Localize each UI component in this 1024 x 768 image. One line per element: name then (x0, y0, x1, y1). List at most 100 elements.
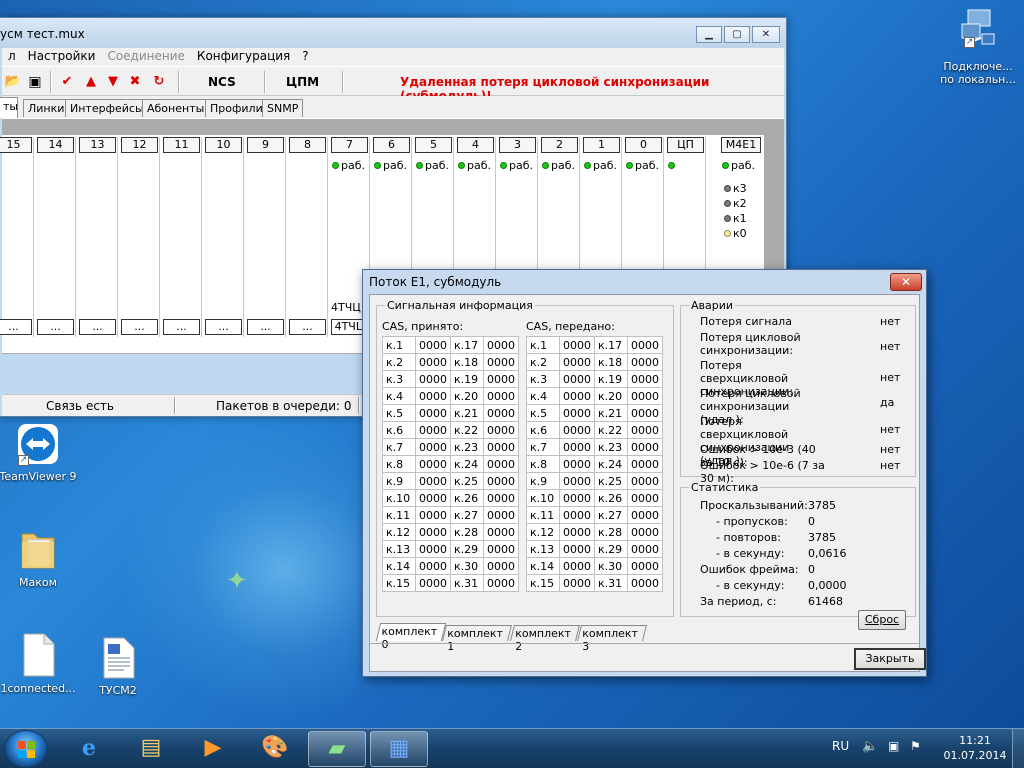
tab-interfaces[interactable]: Интерфейсы (65, 99, 149, 117)
cas-channel: к.5 (526, 404, 560, 422)
cas-channel: к.18 (450, 353, 484, 371)
paint-icon[interactable]: 🎨 (246, 731, 304, 767)
status-led-icon (722, 162, 729, 169)
cas-channel: к.24 (594, 455, 628, 473)
tab-kit-1[interactable]: комплект 1 (442, 625, 512, 653)
cas-channel: к.14 (526, 557, 560, 575)
alarm-label: Потеря цикловой синхронизации: (700, 331, 801, 357)
tab-links[interactable]: Линки (23, 99, 70, 117)
tab-snmp[interactable]: SNMP (262, 99, 304, 117)
clock[interactable]: 11:21 01.07.2014 (940, 733, 1010, 763)
slot-12[interactable]: 12... (120, 137, 160, 337)
cas-channel: к.25 (450, 472, 484, 490)
cas-value: 0000 (483, 387, 519, 405)
tab-kit-2[interactable]: комплект 2 (510, 625, 580, 653)
cas-value: 0000 (415, 438, 451, 456)
flag-icon[interactable]: ⚑ (910, 739, 921, 753)
stat-value: 0,0000 (808, 579, 847, 592)
explorer-icon[interactable]: ▤ (122, 731, 180, 767)
dialog-close-icon[interactable]: ✕ (890, 273, 922, 291)
cas-channel: к.21 (450, 404, 484, 422)
cas-value: 0000 (627, 370, 663, 388)
slot-15[interactable]: 15... (0, 137, 34, 337)
menu-configuration[interactable]: Конфигурация (191, 48, 296, 66)
cas-value: 0000 (559, 421, 595, 439)
desktop-icon-network-connection[interactable]: ↗ Подключе... по локальн... (936, 6, 1020, 86)
slot-9[interactable]: 9... (246, 137, 286, 337)
desktop-icon-makom[interactable]: Маком (0, 526, 80, 589)
network-tray-icon[interactable]: ▣ (888, 739, 899, 753)
media-player-icon[interactable]: ▶ (184, 731, 242, 767)
main-window-titlebar[interactable]: усм тест.mux ▁ ▢ ✕ (0, 18, 786, 48)
e1-stream-dialog: Поток E1, субмодуль ✕ Сигнальная информа… (362, 269, 927, 677)
cas-value: 0000 (483, 523, 519, 541)
tusm-config-icon[interactable]: ▦ (370, 731, 428, 767)
cas-value: 0000 (483, 540, 519, 558)
cas-value: 0000 (415, 387, 451, 405)
menu-settings[interactable]: Настройки (22, 48, 102, 66)
volume-icon[interactable]: 🔈 (862, 739, 878, 754)
apply-check-icon[interactable]: ✔ (58, 73, 76, 91)
language-indicator[interactable]: RU (832, 739, 849, 753)
cas-value: 0000 (627, 472, 663, 490)
tab-units[interactable]: ты (0, 97, 18, 118)
delete-x-icon[interactable]: ✖ (126, 73, 144, 91)
status-led-icon (584, 162, 591, 169)
slot-14[interactable]: 14... (36, 137, 76, 337)
desktop-icon-label: Подключе... по локальн... (940, 60, 1016, 86)
slot-10[interactable]: 10... (204, 137, 244, 337)
cas-value: 0000 (559, 438, 595, 456)
show-desktop-button[interactable] (1012, 729, 1024, 768)
stat-value: 61468 (808, 595, 843, 608)
cas-value: 0000 (559, 404, 595, 422)
status-led-icon (332, 162, 339, 169)
maximize-button[interactable]: ▢ (724, 26, 750, 43)
tab-kit-3[interactable]: комплект 3 (577, 625, 647, 653)
cas-tx-label: CAS, передано: (526, 320, 615, 333)
close-dialog-button[interactable]: Закрыть (854, 648, 926, 670)
refresh-icon[interactable]: ↻ (150, 73, 168, 91)
reset-button[interactable]: Сброс (858, 610, 906, 630)
cas-value: 0000 (627, 455, 663, 473)
main-window-title: усм тест.mux (0, 27, 85, 41)
start-button[interactable] (4, 730, 48, 768)
cas-value: 0000 (559, 540, 595, 558)
cas-value: 0000 (483, 353, 519, 371)
cas-row: к.4 0000 к.20 0000 (526, 387, 663, 405)
slot-13[interactable]: 13... (78, 137, 118, 337)
tusm-app-icon[interactable]: ▰ (308, 731, 366, 767)
cas-row: к.6 0000 к.22 0000 (382, 421, 519, 439)
slot-11[interactable]: 11... (162, 137, 202, 337)
menu-help[interactable]: ? (296, 48, 314, 66)
arrow-up-icon[interactable]: ▲ (82, 73, 100, 91)
menu-file[interactable]: л (2, 48, 22, 66)
desktop-icon-teamviewer[interactable]: ↗ TeamViewer 9 (0, 422, 80, 483)
toolbar: 📂 ▣ ✔ ▲ ▼ ✖ ↻ NCS ЦПМ Удаленная потеря ц… (2, 66, 784, 103)
network-connection-icon: ↗ (958, 6, 998, 56)
cas-channel: к.25 (594, 472, 628, 490)
tab-kit-0[interactable]: комплект 0 (375, 623, 446, 651)
close-button[interactable]: ✕ (752, 26, 780, 43)
cas-channel: к.1 (526, 336, 560, 354)
menu-connection[interactable]: Соединение (101, 48, 190, 66)
arrow-down-icon[interactable]: ▼ (104, 73, 122, 91)
cas-value: 0000 (415, 455, 451, 473)
desktop-icon-tusm2[interactable]: ТУСМ2 (76, 636, 160, 697)
save-icon[interactable]: ▣ (26, 73, 44, 91)
cas-channel: к.26 (450, 489, 484, 507)
slot-8[interactable]: 8... (288, 137, 328, 337)
cas-channel: к.7 (526, 438, 560, 456)
tab-subscribers[interactable]: Абоненты (142, 99, 210, 117)
alarm-value: нет (880, 459, 901, 472)
open-folder-icon[interactable]: 📂 (4, 73, 22, 91)
cpm-button[interactable]: ЦПМ (286, 75, 319, 89)
desktop-icon-1connected[interactable]: 1connected... (0, 632, 80, 695)
dialog-titlebar[interactable]: Поток E1, субмодуль ✕ (363, 270, 926, 294)
main-tabs: ты Линки Интерфейсы Абоненты Профили SNM… (0, 96, 784, 118)
ncs-button[interactable]: NCS (208, 75, 236, 89)
minimize-button[interactable]: ▁ (696, 26, 722, 43)
ie-icon[interactable]: e (60, 731, 118, 767)
tab-profiles[interactable]: Профили (205, 99, 268, 117)
alarm-value: нет (880, 443, 901, 456)
cas-row: к.15 0000 к.31 0000 (382, 574, 519, 592)
